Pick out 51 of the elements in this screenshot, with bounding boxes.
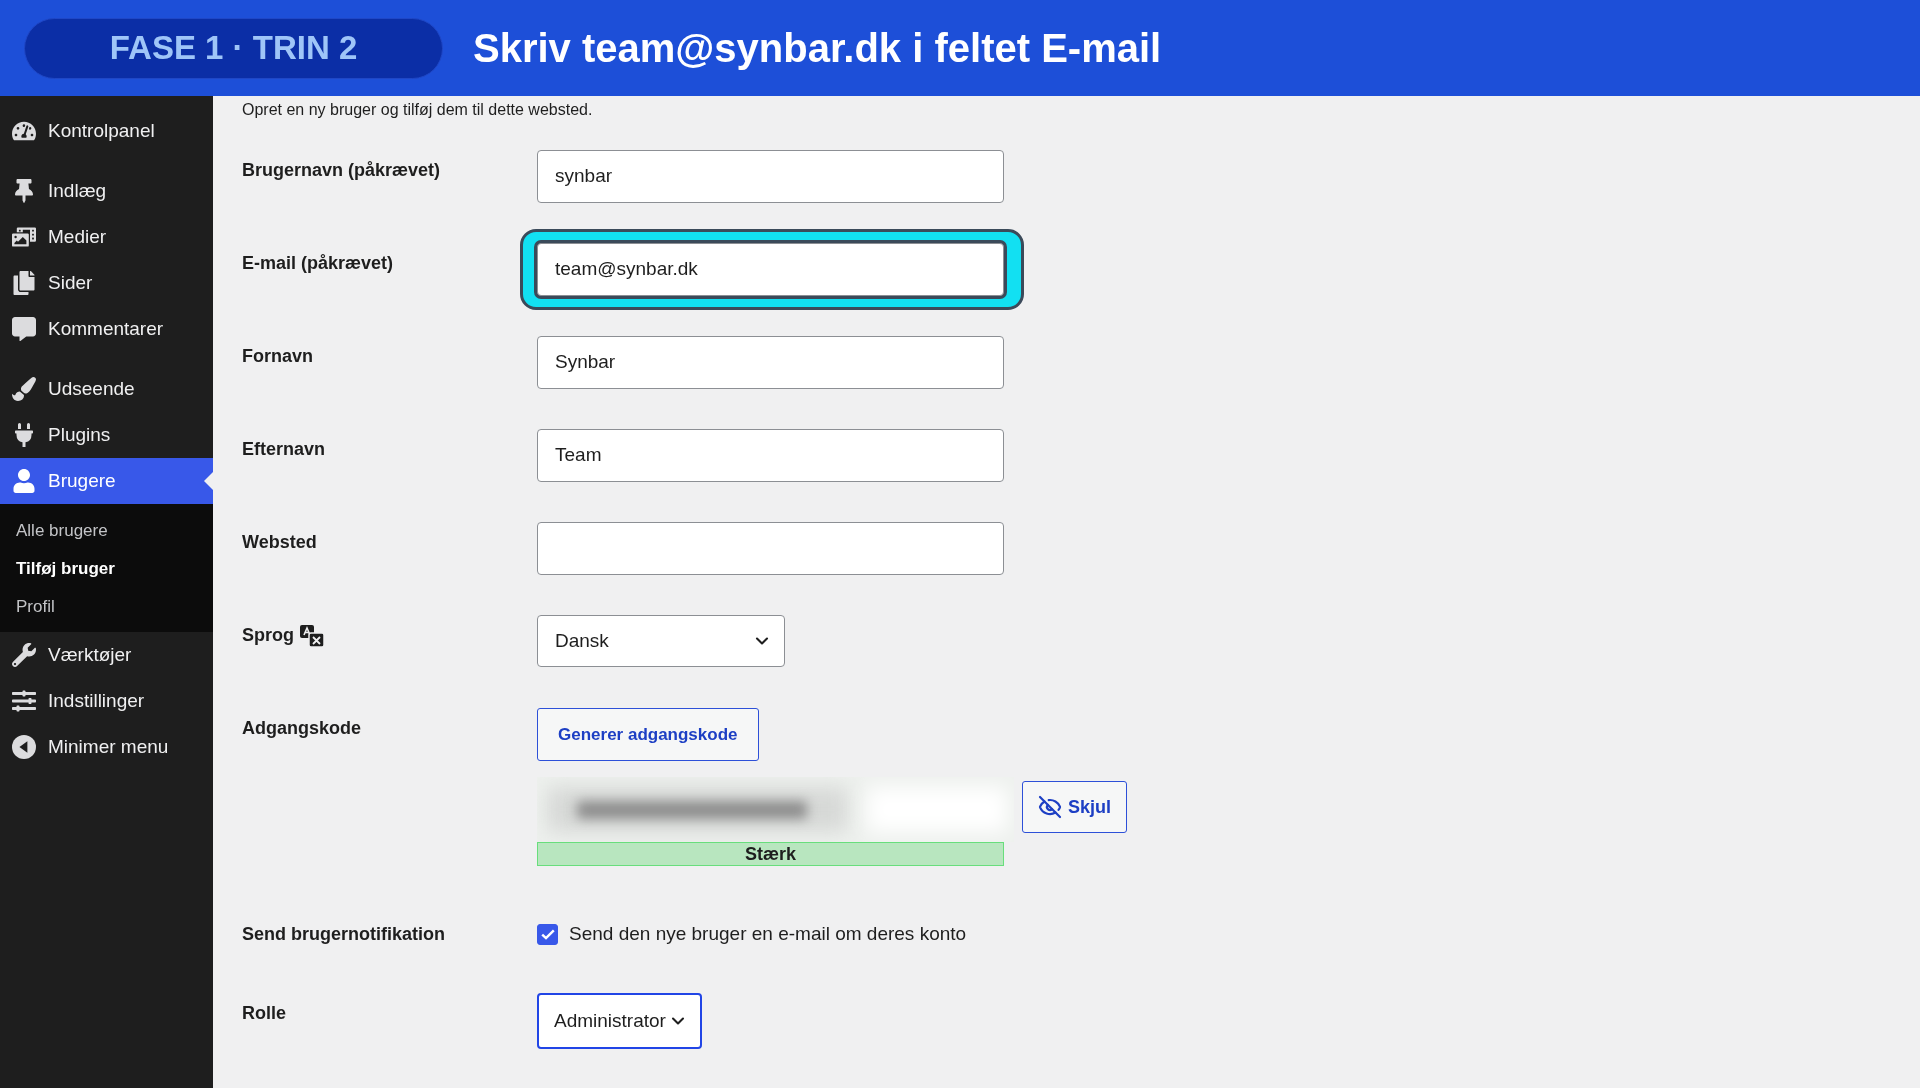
form-label: Rolle xyxy=(242,1003,286,1023)
form-label: Adgangskode xyxy=(242,718,361,738)
form-label: Efternavn xyxy=(242,439,326,459)
form-label: Fornavn xyxy=(242,346,313,366)
sidebar-item[interactable]: Udseende xyxy=(0,366,213,412)
text-field[interactable]: synbar xyxy=(537,150,1004,203)
pushpin-icon xyxy=(12,179,36,203)
speech-bubble-icon xyxy=(12,317,36,341)
hide-password-button[interactable]: Skjul xyxy=(1022,781,1127,833)
form-label: Websted xyxy=(242,532,317,552)
plug-icon xyxy=(12,423,36,447)
sidebar-item[interactable]: Brugere xyxy=(0,458,213,504)
text-field[interactable] xyxy=(537,522,1004,575)
sliders-icon xyxy=(12,689,36,713)
password-strength-meter: Stærk xyxy=(537,842,1004,866)
text-field[interactable]: team@synbar.dk xyxy=(537,243,1004,296)
stacked-pages-icon xyxy=(12,271,36,295)
checkbox[interactable] xyxy=(537,923,558,945)
generate-password-button[interactable]: Generer adgangskode xyxy=(537,708,759,761)
sidebar-item[interactable]: Indstillinger xyxy=(0,678,213,724)
intro-text: Opret en ny bruger og tilføj dem til dette websted. xyxy=(242,100,594,120)
sidebar-item[interactable]: Kontrolpanel xyxy=(0,108,213,154)
eye-slash-icon xyxy=(1038,795,1062,819)
paintbrush-icon xyxy=(12,377,36,401)
gauge-icon xyxy=(12,119,36,143)
sidebar-item[interactable]: Sider xyxy=(0,260,213,306)
checkmark-icon xyxy=(540,928,555,940)
text-field[interactable]: Team xyxy=(537,429,1004,482)
text-field[interactable]: Synbar xyxy=(537,336,1004,389)
user-icon xyxy=(12,469,36,493)
form-label: E-mail (påkrævet) xyxy=(242,253,394,273)
translation-icon xyxy=(300,625,324,647)
form-label: Sprog xyxy=(242,624,294,647)
sidebar-item[interactable]: Værktøjer xyxy=(0,632,213,678)
sidebar-item[interactable]: Medier xyxy=(0,214,213,260)
wrench-icon xyxy=(12,643,36,667)
instruction-title: Skriv team@synbar.dk i feltet E-mail xyxy=(473,28,1162,68)
sidebar-item[interactable]: Minimer menu xyxy=(0,724,213,770)
form-label: Send brugernotifikation xyxy=(242,923,445,946)
submenu-item[interactable]: Alle brugere xyxy=(0,512,213,550)
form-label: Brugernavn (påkrævet) xyxy=(242,160,441,180)
sidebar-item[interactable]: Kommentarer xyxy=(0,306,213,352)
sidebar-item[interactable]: Plugins xyxy=(0,412,213,458)
language-select[interactable]: Dansk xyxy=(537,615,785,667)
sidebar-item[interactable]: Indlæg xyxy=(0,168,213,214)
submenu-item[interactable]: Tilføj bruger xyxy=(0,550,213,588)
photo-video-icon xyxy=(12,225,36,249)
role-select[interactable]: Administrator xyxy=(537,993,702,1049)
submenu-item[interactable]: Profil xyxy=(0,588,213,626)
step-badge: FASE 1 · TRIN 2 xyxy=(24,17,443,79)
checkbox-label: Send den nye bruger en e-mail om deres konto xyxy=(569,921,967,946)
